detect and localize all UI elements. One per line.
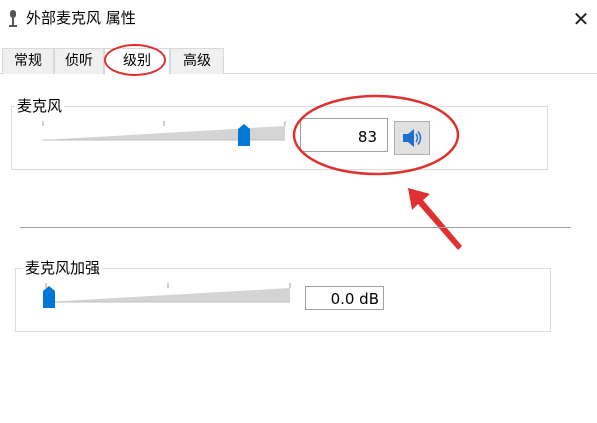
window-title: 外部麦克风 属性 bbox=[26, 9, 136, 27]
microphone-level-value[interactable]: 83 bbox=[300, 118, 388, 152]
boost-label: 麦克风加强 bbox=[23, 259, 103, 277]
divider bbox=[20, 227, 571, 228]
boost-slider-thumb[interactable] bbox=[43, 286, 55, 308]
boost-slider[interactable] bbox=[40, 280, 295, 310]
close-button[interactable]: ✕ bbox=[568, 6, 594, 32]
microphone-icon bbox=[9, 10, 17, 27]
mute-button[interactable] bbox=[394, 121, 430, 155]
microphone-slider-thumb[interactable] bbox=[237, 124, 250, 146]
microphone-slider[interactable] bbox=[40, 118, 290, 148]
tab-strip: 常规 侦听 级别 高级 bbox=[0, 48, 597, 75]
microphone-label: 麦克风 bbox=[15, 97, 65, 115]
tab-listen[interactable]: 侦听 bbox=[54, 48, 104, 74]
title-bar: 外部麦克风 属性 ✕ bbox=[0, 0, 597, 38]
tab-levels[interactable]: 级别 bbox=[104, 48, 170, 75]
tab-advanced[interactable]: 高级 bbox=[170, 48, 224, 74]
speaker-icon bbox=[403, 129, 422, 147]
tab-general[interactable]: 常规 bbox=[2, 48, 54, 74]
boost-level-value[interactable]: 0.0 dB bbox=[305, 286, 384, 310]
